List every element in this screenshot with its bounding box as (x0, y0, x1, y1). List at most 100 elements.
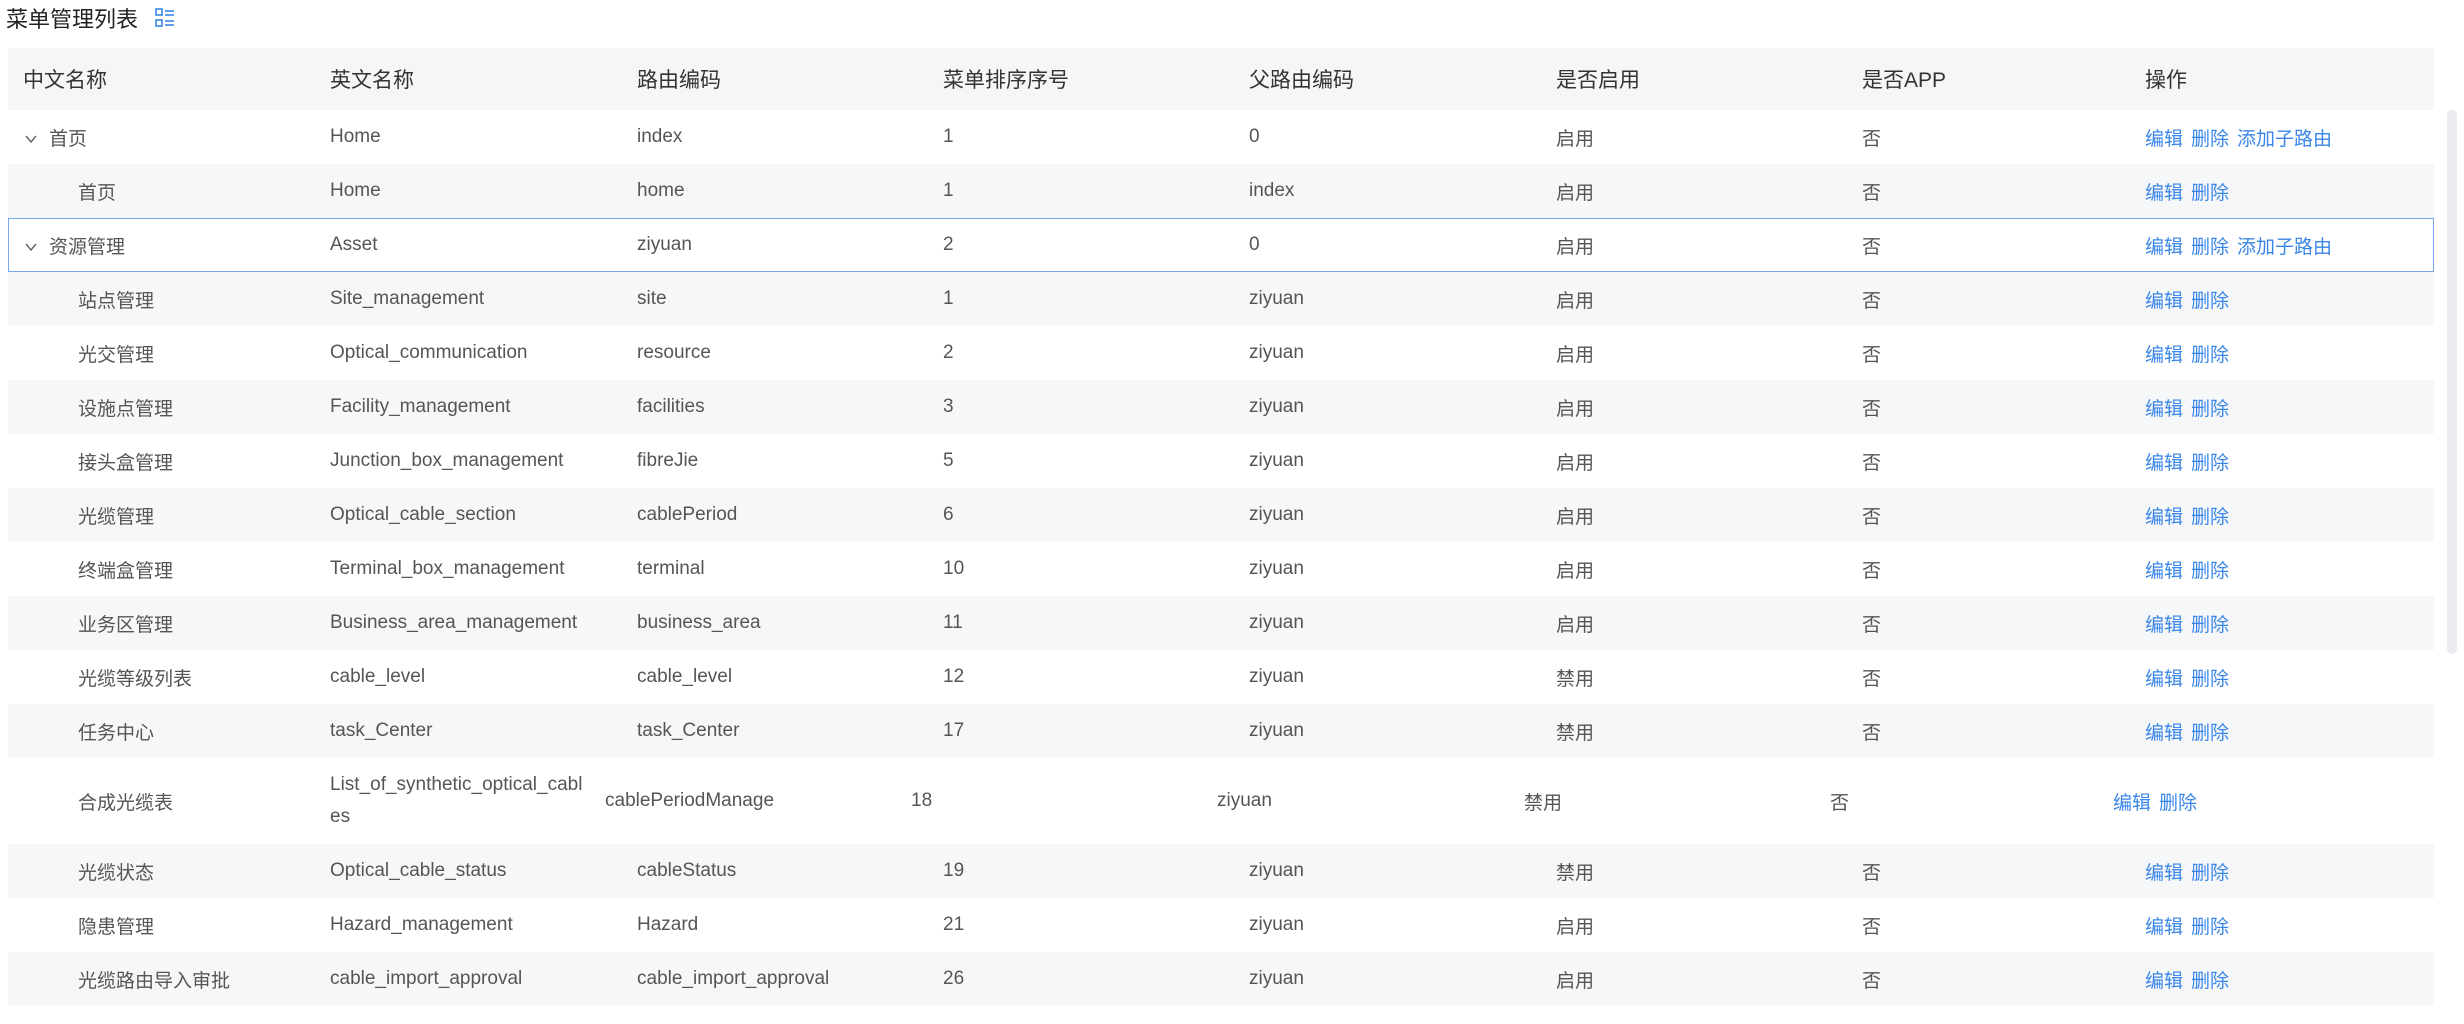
cell-en-name: cable_level (330, 666, 426, 687)
table-row[interactable]: 光缆管理 Optical_cable_section cablePeriod 6 ziy… (8, 488, 2434, 542)
cell-cn-name: 光交管理 (8, 340, 315, 367)
chevron-down-icon[interactable] (23, 131, 39, 147)
cell-route-code: facilities (637, 396, 705, 417)
table-row[interactable]: 光缆路由导入审批 cable_import_approval cable_impor… (8, 952, 2434, 1006)
table-row[interactable]: 首页 Home index 1 0 启用 否 编辑 删除 添加子路由 (8, 110, 2434, 164)
cn-name-text: 终端盒管理 (78, 560, 174, 582)
cell-cn-name: 合成光缆表 (8, 788, 315, 815)
edit-button[interactable]: 编辑 (2145, 971, 2183, 992)
header-parent-code[interactable]: 父路由编码 (1234, 64, 1541, 94)
cn-name-text: 光缆路由导入审批 (78, 970, 231, 992)
cell-is-app: 否 (1862, 970, 1882, 992)
delete-button[interactable]: 删除 (2191, 615, 2229, 636)
edit-button[interactable]: 编辑 (2145, 453, 2183, 474)
delete-button[interactable]: 删除 (2191, 291, 2229, 312)
edit-button[interactable]: 编辑 (2145, 669, 2183, 690)
delete-button[interactable]: 删除 (2191, 237, 2229, 258)
cell-actions: 编辑 删除 (2127, 966, 2434, 993)
cell-en-name: Home (330, 126, 381, 147)
edit-button[interactable]: 编辑 (2145, 917, 2183, 938)
table-row[interactable]: 终端盒管理 Terminal_box_management terminal 10 zi… (8, 542, 2434, 596)
table-row[interactable]: 光缆等级列表 cable_level cable_level 12 ziyuan 禁用 否 编… (8, 650, 2434, 704)
delete-button[interactable]: 删除 (2159, 793, 2197, 814)
delete-button[interactable]: 删除 (2191, 863, 2229, 884)
cn-name-text: 光缆等级列表 (78, 668, 193, 690)
delete-button[interactable]: 删除 (2191, 399, 2229, 420)
table-row[interactable]: 设施点管理 Facility_management facilities 3 ziyua… (8, 380, 2434, 434)
table-row[interactable]: 任务中心 task_Center task_Center 17 ziyuan 禁用 否 编辑删… (8, 704, 2434, 758)
table-row[interactable]: 业务区管理 Business_area_management business_ar… (8, 596, 2434, 650)
cell-parent-code: ziyuan (1249, 612, 1304, 633)
cell-en-name: Asset (330, 234, 378, 255)
table-row[interactable]: 隐患管理 Hazard_management Hazard 21 ziyuan 启用 否 编辑… (8, 898, 2434, 952)
cell-is-app: 否 (1862, 128, 1882, 150)
edit-button[interactable]: 编辑 (2145, 863, 2183, 884)
delete-button[interactable]: 删除 (2191, 453, 2229, 474)
cell-route-code: fibreJie (637, 450, 699, 471)
cell-parent-code: 0 (1249, 126, 1260, 147)
edit-button[interactable]: 编辑 (2145, 507, 2183, 528)
cn-name-text: 设施点管理 (78, 398, 174, 420)
cell-route-code: task_Center (637, 720, 740, 741)
cell-actions: 编辑 删除 (2127, 610, 2434, 637)
edit-button[interactable]: 编辑 (2145, 291, 2183, 312)
cell-sort-order: 17 (943, 720, 965, 741)
cell-parent-code: ziyuan (1217, 790, 1272, 811)
cell-sort-order: 2 (943, 234, 954, 255)
delete-button[interactable]: 删除 (2191, 507, 2229, 528)
add-child-route-button[interactable]: 添加子路由 (2237, 237, 2332, 258)
delete-button[interactable]: 删除 (2191, 971, 2229, 992)
column-settings-icon[interactable] (154, 7, 176, 29)
edit-button[interactable]: 编辑 (2145, 399, 2183, 420)
header-route-code[interactable]: 路由编码 (622, 64, 928, 94)
edit-button[interactable]: 编辑 (2113, 793, 2151, 814)
edit-button[interactable]: 编辑 (2145, 237, 2183, 258)
cell-is-app: 否 (1862, 862, 1882, 884)
cell-parent-code: ziyuan (1249, 396, 1304, 417)
table-row[interactable]: 资源管理 Asset ziyuan 2 0 启用 否 编辑 删除 添加子路由 (8, 218, 2434, 272)
edit-button[interactable]: 编辑 (2145, 183, 2183, 204)
table-row[interactable]: 站点管理 Site_management site 1 ziyuan 启用 否 编辑 删除 (8, 272, 2434, 326)
header-cn-name[interactable]: 中文名称 (8, 64, 315, 94)
delete-button[interactable]: 删除 (2191, 723, 2229, 744)
cell-actions: 编辑 删除 (2127, 912, 2434, 939)
chevron-down-icon[interactable] (23, 239, 39, 255)
header-enabled[interactable]: 是否启用 (1541, 64, 1847, 94)
edit-button[interactable]: 编辑 (2145, 561, 2183, 582)
delete-button[interactable]: 删除 (2191, 183, 2229, 204)
cell-en-name: Junction_box_management (330, 450, 564, 471)
cell-is-app: 否 (1862, 560, 1882, 582)
delete-button[interactable]: 删除 (2191, 345, 2229, 366)
cell-route-code: index (637, 126, 683, 147)
cn-name-text: 站点管理 (78, 290, 155, 312)
header-sort-order[interactable]: 菜单排序序号 (928, 64, 1234, 94)
cell-en-name: Optical_cable_section (330, 504, 516, 525)
cell-is-app: 否 (1862, 452, 1882, 474)
delete-button[interactable]: 删除 (2191, 669, 2229, 690)
cell-actions: 编辑 删除 (2127, 448, 2434, 475)
delete-button[interactable]: 删除 (2191, 561, 2229, 582)
edit-button[interactable]: 编辑 (2145, 615, 2183, 636)
cell-is-app: 否 (1862, 290, 1882, 312)
cell-is-app: 否 (1862, 668, 1882, 690)
cell-enabled: 禁用 (1556, 722, 1595, 744)
cell-is-app: 否 (1862, 398, 1882, 420)
table-row[interactable]: 光交管理 Optical_communication resource 2 ziyuan… (8, 326, 2434, 380)
vertical-scrollbar[interactable] (2447, 110, 2457, 654)
table-row[interactable]: 光缆状态 Optical_cable_status cableStatus 19 ziy… (8, 844, 2434, 898)
cell-sort-order: 1 (943, 288, 954, 309)
add-child-route-button[interactable]: 添加子路由 (2237, 129, 2332, 150)
header-en-name[interactable]: 英文名称 (315, 64, 622, 94)
cell-cn-name: 接头盒管理 (8, 448, 315, 475)
edit-button[interactable]: 编辑 (2145, 129, 2183, 150)
cell-sort-order: 21 (943, 914, 965, 935)
table-row[interactable]: 首页 Home home 1 index 启用 否 编辑 删除 (8, 164, 2434, 218)
table-row[interactable]: 合成光缆表 List_of_synthetic_optical_cables cab… (8, 758, 2434, 844)
delete-button[interactable]: 删除 (2191, 917, 2229, 938)
delete-button[interactable]: 删除 (2191, 129, 2229, 150)
table-row[interactable]: 接头盒管理 Junction_box_management fibreJie 5 ziy… (8, 434, 2434, 488)
edit-button[interactable]: 编辑 (2145, 345, 2183, 366)
header-is-app[interactable]: 是否APP (1847, 64, 2127, 94)
cell-enabled: 启用 (1556, 182, 1595, 204)
edit-button[interactable]: 编辑 (2145, 723, 2183, 744)
